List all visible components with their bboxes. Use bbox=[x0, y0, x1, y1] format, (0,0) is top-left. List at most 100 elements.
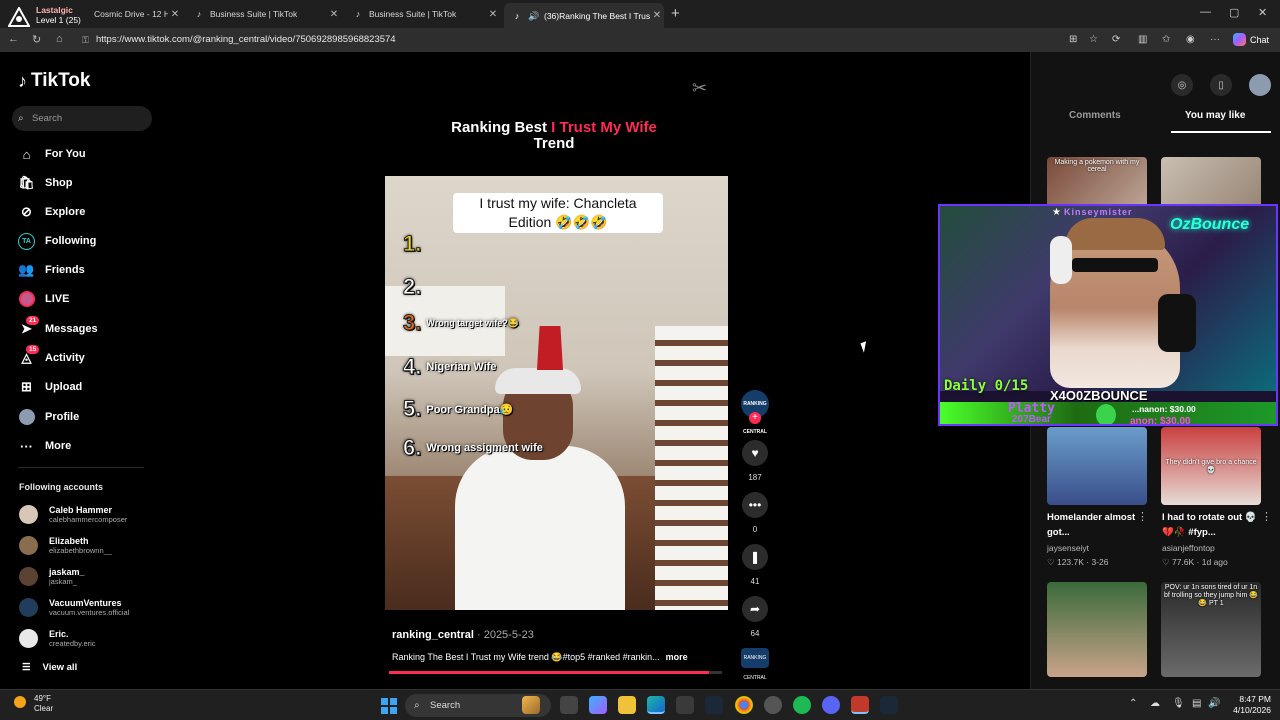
recommended-thumbnail[interactable]: POV: ur 1n sons tired of ur 1n bf trolli… bbox=[1161, 582, 1261, 677]
recommended-title[interactable]: I had to rotate out 💀💔🥀 #fyp... bbox=[1162, 510, 1258, 540]
search-input[interactable]: ⌕ Search bbox=[12, 106, 152, 131]
activity-icon: ◬ 15 bbox=[18, 344, 40, 367]
share-button[interactable]: ➦ 64 bbox=[740, 596, 770, 638]
rank-number: 5. bbox=[402, 396, 422, 422]
split-screen-icon[interactable]: ▥ bbox=[1138, 34, 1147, 45]
copilot-app-icon[interactable] bbox=[589, 696, 607, 714]
clock-date: 4/10/2026 bbox=[1233, 705, 1271, 715]
search-icon: ⌕ bbox=[414, 700, 420, 711]
reload-icon[interactable]: ↻ bbox=[32, 33, 41, 46]
panel-tabs: Comments You may like bbox=[1031, 110, 1280, 134]
profile-avatar-icon[interactable]: ◉ bbox=[1186, 34, 1195, 45]
nav-label: Profile bbox=[45, 411, 80, 423]
tab-you-may-like[interactable]: You may like bbox=[1185, 110, 1245, 121]
kebab-menu-icon[interactable]: ⋮ bbox=[1137, 510, 1148, 523]
recommended-thumbnail[interactable]: They didn't give bro a chance 💀 bbox=[1161, 427, 1261, 505]
account-handle: createdby.eric bbox=[49, 638, 96, 648]
app-available-icon[interactable]: ⊞ bbox=[1069, 34, 1077, 45]
video-progress-bar[interactable] bbox=[389, 671, 722, 674]
favorites-icon[interactable]: ✩ bbox=[1162, 34, 1170, 45]
profile-avatar[interactable] bbox=[1249, 74, 1271, 96]
site-info-icon[interactable]: ⚿ bbox=[82, 31, 89, 49]
steam-icon[interactable] bbox=[705, 696, 723, 714]
recommended-user[interactable]: jaysenseiyt bbox=[1047, 543, 1089, 553]
nav-explore[interactable]: ⊘ Explore bbox=[18, 202, 85, 222]
following-account[interactable]: jaskam_ jaskam_ bbox=[19, 563, 85, 589]
windows-start-icon[interactable] bbox=[381, 698, 397, 714]
mic-icon[interactable]: 🎙 bbox=[1172, 698, 1185, 709]
capcut-icon[interactable]: ✂ bbox=[692, 78, 707, 99]
spotify-icon[interactable] bbox=[793, 696, 811, 714]
music-disc-icon[interactable]: RANKING CENTRAL bbox=[741, 648, 769, 681]
new-tab-button[interactable]: + bbox=[671, 5, 680, 22]
recommended-thumbnail[interactable] bbox=[1047, 582, 1147, 677]
game-app-icon[interactable] bbox=[522, 696, 540, 714]
edge-browser-icon[interactable] bbox=[647, 696, 665, 714]
following-account[interactable]: Caleb Hammer calebhammercomposer bbox=[19, 501, 127, 527]
back-icon[interactable]: ← bbox=[8, 33, 19, 45]
device-icon[interactable]: ▯ bbox=[1210, 74, 1232, 96]
home-icon[interactable]: ⌂ bbox=[56, 33, 63, 45]
close-tab-icon[interactable]: ✕ bbox=[486, 9, 500, 20]
kebab-menu-icon[interactable]: ⋮ bbox=[1261, 510, 1272, 523]
nav-upload[interactable]: ⊞ Upload bbox=[18, 377, 82, 397]
save-button[interactable]: ❚ 41 bbox=[740, 544, 770, 586]
recommended-title[interactable]: Homelander almost got... bbox=[1047, 510, 1137, 540]
comment-button[interactable]: ••• 0 bbox=[740, 492, 770, 534]
follow-plus-icon[interactable]: + bbox=[749, 412, 761, 424]
tray-chevron-icon[interactable]: ⌃ bbox=[1129, 698, 1137, 709]
close-tab-icon[interactable]: ✕ bbox=[327, 9, 341, 20]
close-window-button[interactable]: ✕ bbox=[1258, 6, 1267, 19]
chrome-icon[interactable] bbox=[735, 696, 753, 714]
view-all-link[interactable]: ☰ View all bbox=[22, 662, 77, 673]
cloud-icon[interactable]: ☁ bbox=[1150, 698, 1160, 709]
maximize-button[interactable]: ▢ bbox=[1229, 6, 1239, 19]
following-account[interactable]: Eric. createdby.eric bbox=[19, 625, 96, 651]
discord-icon[interactable] bbox=[822, 696, 840, 714]
video-author[interactable]: ranking_central · 2025-5-23 bbox=[392, 629, 534, 641]
nav-messages[interactable]: ➤ 21 Messages bbox=[18, 315, 98, 339]
following-account[interactable]: VacuumVentures vacuum.ventures.official bbox=[19, 594, 129, 620]
more-link[interactable]: more bbox=[666, 652, 688, 662]
nav-activity[interactable]: ◬ 15 Activity bbox=[18, 344, 85, 368]
weather-sun-icon bbox=[14, 696, 26, 708]
author-name[interactable]: ranking_central bbox=[392, 629, 474, 641]
obs-icon[interactable] bbox=[851, 696, 869, 714]
copilot-chat-button[interactable]: Chat bbox=[1233, 33, 1269, 46]
video-player[interactable]: I trust my wife: Chancleta Edition 🤣🤣🤣 1… bbox=[385, 176, 728, 610]
clock[interactable]: 8:47 PM 4/10/2026 bbox=[1221, 694, 1271, 716]
rank-label: Nigerian Wife bbox=[426, 361, 497, 373]
nav-following[interactable]: TA Following bbox=[18, 231, 96, 251]
menu-icon[interactable]: ··· bbox=[1210, 34, 1220, 45]
nav-profile[interactable]: Profile bbox=[18, 407, 79, 427]
nav-for-you[interactable]: ⌂ For You bbox=[18, 144, 86, 164]
extensions-icon[interactable]: ⟳ bbox=[1112, 34, 1120, 45]
recommended-thumbnail[interactable] bbox=[1047, 427, 1147, 505]
close-tab-icon[interactable]: ✕ bbox=[650, 10, 664, 21]
favorite-star-icon[interactable]: ☆ bbox=[1089, 34, 1098, 45]
nav-shop[interactable]: 🛍 Shop bbox=[18, 173, 72, 193]
task-view-icon[interactable] bbox=[560, 696, 578, 714]
network-icon[interactable]: ▤ bbox=[1192, 698, 1201, 709]
file-explorer-icon[interactable] bbox=[618, 696, 636, 714]
speaker-icon[interactable]: 🔊 bbox=[528, 11, 539, 21]
settings-gear-icon[interactable] bbox=[764, 696, 782, 714]
tab-business-suite-2[interactable]: ♪ Business Suite | TikTok ✕ bbox=[345, 3, 500, 25]
tab-business-suite-1[interactable]: ♪ Business Suite | TikTok ✕ bbox=[186, 3, 341, 25]
nav-friends[interactable]: 👥 Friends bbox=[18, 260, 84, 280]
nav-more[interactable]: ··· More bbox=[18, 436, 71, 456]
minimize-button[interactable]: — bbox=[1200, 6, 1211, 18]
following-account[interactable]: Elizabeth elizabethbrownn__ bbox=[19, 532, 112, 558]
coin-icon[interactable]: ◎ bbox=[1171, 74, 1193, 96]
recommended-user[interactable]: asianjeffontop bbox=[1162, 543, 1215, 553]
tab-comments[interactable]: Comments bbox=[1069, 110, 1121, 121]
like-button[interactable]: ♥ 187 bbox=[740, 440, 770, 482]
tab-ranking-video[interactable]: ♪ 🔊 (36)Ranking The Best I Trust M ✕ bbox=[504, 3, 664, 28]
nav-live[interactable]: LIVE bbox=[18, 289, 69, 309]
weather-temp: 49°F bbox=[34, 694, 51, 703]
volume-icon[interactable]: 🔊 bbox=[1208, 698, 1220, 709]
url-field[interactable]: ⚿ https://www.tiktok.com/@ranking_centra… bbox=[80, 31, 1060, 49]
steam-icon-2[interactable] bbox=[880, 696, 898, 714]
store-icon[interactable] bbox=[676, 696, 694, 714]
tiktok-logo[interactable]: ♪ TikTok bbox=[18, 70, 90, 92]
